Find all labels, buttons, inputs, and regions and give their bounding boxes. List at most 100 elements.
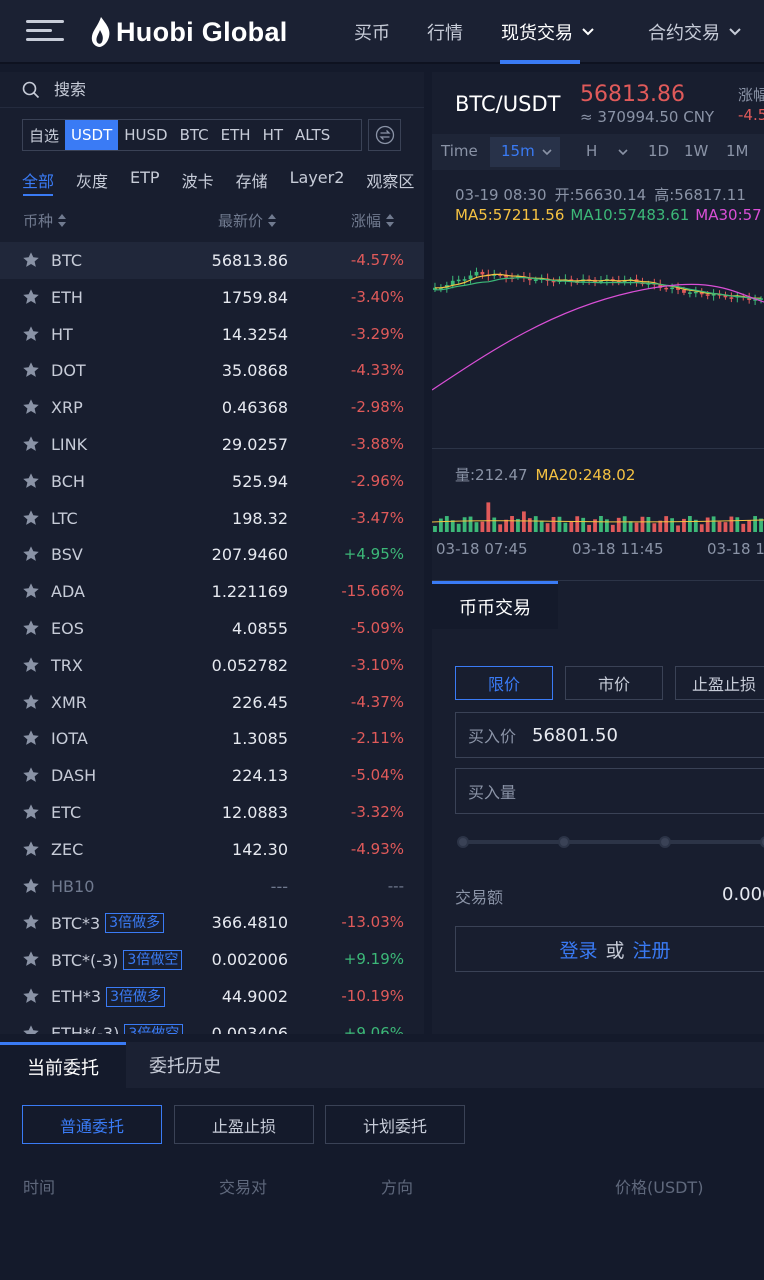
interval-1m[interactable]: 1M	[726, 142, 749, 160]
market-row[interactable]: ETH 1759.84 -3.40%	[0, 279, 424, 316]
star-icon[interactable]	[22, 766, 40, 784]
market-row[interactable]: IOTA 1.3085 -2.11%	[0, 720, 424, 757]
buy-amount-input[interactable]	[532, 780, 733, 802]
filter-plan-orders[interactable]: 计划委托	[325, 1105, 465, 1144]
category-grayscale[interactable]: 灰度	[76, 168, 108, 192]
tab-ht[interactable]: HT	[257, 120, 289, 150]
tab-order-history[interactable]: 委托历史	[149, 1042, 221, 1088]
buy-price-input[interactable]	[532, 724, 733, 746]
slider-stop[interactable]	[760, 836, 764, 848]
market-row[interactable]: DASH 224.13 -5.04%	[0, 757, 424, 794]
market-row[interactable]: HT 14.3254 -3.29%	[0, 316, 424, 353]
menu-icon[interactable]	[26, 20, 64, 42]
market-row[interactable]: ADA 1.221169 -15.66%	[0, 573, 424, 610]
nav-markets[interactable]: 行情	[427, 0, 463, 64]
star-icon[interactable]	[22, 509, 40, 527]
category-watch[interactable]: 观察区	[366, 168, 414, 192]
market-row[interactable]: BTC*3 3倍做多 366.4810 -13.03%	[0, 904, 424, 941]
market-row[interactable]: LTC 198.32 -3.47%	[0, 500, 424, 537]
nav-label: 买币	[354, 23, 390, 44]
star-icon[interactable]	[22, 398, 40, 416]
star-icon[interactable]	[22, 435, 40, 453]
slider-stop[interactable]	[558, 836, 570, 848]
tab-spot-trade[interactable]: 币币交易	[432, 581, 558, 629]
order-type-market[interactable]: 市价	[565, 666, 663, 700]
category-storage[interactable]: 存储	[236, 168, 268, 192]
category-layer2[interactable]: Layer2	[290, 168, 345, 192]
volume-chart[interactable]	[432, 492, 764, 532]
tab-husd[interactable]: HUSD	[118, 120, 173, 150]
interval-time[interactable]: Time	[441, 142, 478, 160]
slider-stop[interactable]	[659, 836, 671, 848]
category-etp[interactable]: ETP	[130, 168, 160, 192]
star-icon[interactable]	[22, 803, 40, 821]
volume-bar	[640, 516, 645, 532]
swap-button[interactable]	[368, 119, 401, 151]
star-icon[interactable]	[22, 251, 40, 269]
amount-slider[interactable]	[457, 836, 764, 848]
tab-open-orders[interactable]: 当前委托	[0, 1042, 126, 1088]
market-row[interactable]: BTC*(-3) 3倍做空 0.002006 +9.19%	[0, 941, 424, 978]
category-polkadot[interactable]: 波卡	[182, 168, 214, 192]
tab-eth[interactable]: ETH	[215, 120, 257, 150]
tab-alts[interactable]: ALTS	[289, 120, 336, 150]
tab-btc[interactable]: BTC	[174, 120, 215, 150]
star-icon[interactable]	[22, 545, 40, 563]
login-link[interactable]: 登录	[559, 936, 597, 963]
interval-15m[interactable]: 15m	[501, 142, 535, 160]
market-row[interactable]: BSV 207.9460 +4.95%	[0, 536, 424, 573]
market-row[interactable]: LINK 29.0257 -3.88%	[0, 426, 424, 463]
sort-symbol[interactable]: 币种	[23, 210, 67, 231]
interval-1d[interactable]: 1D	[648, 142, 669, 160]
tab-usdt[interactable]: USDT	[65, 120, 119, 150]
pair-title[interactable]: BTC/USDT	[455, 92, 560, 116]
category-all[interactable]: 全部	[22, 168, 54, 192]
order-type-stop[interactable]: 止盈止损	[675, 666, 764, 700]
market-row[interactable]: ETC 12.0883 -3.32%	[0, 794, 424, 831]
star-icon[interactable]	[22, 950, 40, 968]
slider-stop[interactable]	[457, 836, 469, 848]
candlestick-chart[interactable]	[432, 230, 764, 448]
market-row[interactable]: DOT 35.0868 -4.33%	[0, 352, 424, 389]
sort-change[interactable]: 涨幅	[351, 210, 395, 231]
search-input[interactable]	[54, 80, 354, 99]
star-icon[interactable]	[22, 656, 40, 674]
market-row[interactable]: XMR 226.45 -4.37%	[0, 684, 424, 721]
nav-futures[interactable]: 合约交易	[648, 0, 742, 64]
star-icon[interactable]	[22, 987, 40, 1005]
market-row[interactable]: HB10 --- ---	[0, 868, 424, 905]
star-icon[interactable]	[22, 729, 40, 747]
market-row[interactable]: XRP 0.46368 -2.98%	[0, 389, 424, 426]
star-icon[interactable]	[22, 288, 40, 306]
register-link[interactable]: 注册	[633, 936, 671, 963]
star-icon[interactable]	[22, 840, 40, 858]
market-row[interactable]: ZEC 142.30 -4.93%	[0, 831, 424, 868]
star-icon[interactable]	[22, 361, 40, 379]
nav-spot-trading[interactable]: 现货交易	[501, 0, 595, 64]
filter-normal-orders[interactable]: 普通委托	[22, 1105, 162, 1144]
star-icon[interactable]	[22, 877, 40, 895]
star-icon[interactable]	[22, 693, 40, 711]
interval-hour[interactable]: H	[586, 142, 597, 160]
nav-buy-crypto[interactable]: 买币	[354, 0, 390, 64]
market-row[interactable]: TRX 0.052782 -3.10%	[0, 647, 424, 684]
login-register-button[interactable]: 登录 或 注册	[455, 926, 764, 972]
star-icon[interactable]	[22, 619, 40, 637]
interval-1w[interactable]: 1W	[684, 142, 708, 160]
tab-favorites[interactable]: 自选	[23, 120, 65, 150]
volume-bar	[753, 516, 758, 532]
star-icon[interactable]	[22, 913, 40, 931]
filter-stop-orders[interactable]: 止盈止损	[174, 1105, 314, 1144]
market-row[interactable]: EOS 4.0855 -5.09%	[0, 610, 424, 647]
star-icon[interactable]	[22, 325, 40, 343]
market-row[interactable]: ETH*(-3) 3倍做空 0.003406 +9.06%	[0, 1015, 424, 1034]
order-type-limit[interactable]: 限价	[455, 666, 553, 700]
star-icon[interactable]	[22, 582, 40, 600]
sort-price[interactable]: 最新价	[218, 210, 277, 231]
logo[interactable]: Huobi Global	[90, 14, 288, 50]
market-row[interactable]: BCH 525.94 -2.96%	[0, 463, 424, 500]
market-row[interactable]: ETH*3 3倍做多 44.9002 -10.19%	[0, 978, 424, 1015]
market-row[interactable]: BTC 56813.86 -4.57%	[0, 242, 424, 279]
star-icon[interactable]	[22, 1024, 40, 1034]
star-icon[interactable]	[22, 472, 40, 490]
